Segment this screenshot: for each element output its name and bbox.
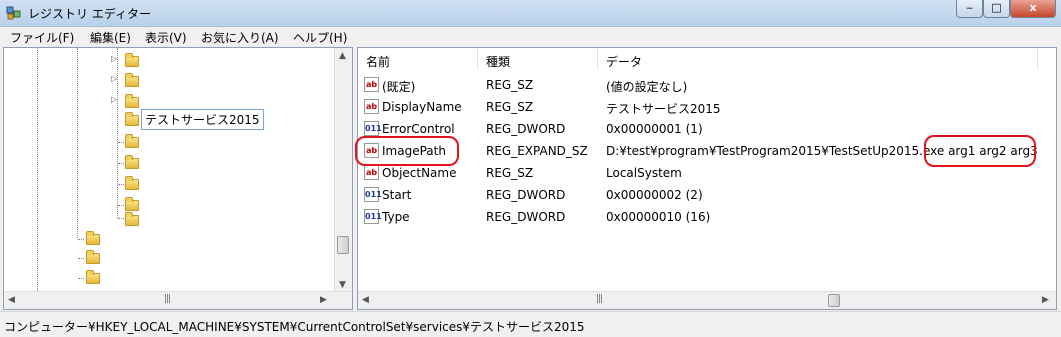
- tree-vertical-scrollbar[interactable]: ▲ ▼: [334, 48, 352, 293]
- column-header-data[interactable]: データ: [598, 48, 1038, 70]
- tree-guide: [37, 48, 38, 293]
- tree-guide: [78, 239, 84, 240]
- expand-arrow-icon[interactable]: ▷: [111, 74, 117, 83]
- value-data: テストサービス2015: [606, 102, 721, 116]
- value-name: (既定): [382, 80, 416, 94]
- scroll-up-icon[interactable]: ▲: [339, 51, 346, 61]
- value-row[interactable]: 011 Type REG_DWORD 0x00000010 (16): [358, 206, 1038, 228]
- string-value-icon: ab: [364, 165, 379, 180]
- close-button[interactable]: x: [1010, 0, 1056, 18]
- string-value-icon: ab: [364, 99, 379, 114]
- folder-icon[interactable]: [125, 94, 139, 108]
- maximize-button[interactable]: □: [983, 0, 1010, 18]
- value-data: LocalSystem: [606, 166, 682, 180]
- registry-editor-icon: [6, 6, 21, 20]
- menu-help[interactable]: ヘルプ(H): [293, 29, 347, 46]
- tree-guide: [78, 258, 84, 259]
- tree-guide: [118, 205, 124, 206]
- value-name: ErrorControl: [382, 122, 455, 136]
- menu-favorites[interactable]: お気に入り(A): [201, 29, 279, 46]
- scroll-thumb[interactable]: [828, 294, 840, 307]
- value-type: REG_DWORD: [486, 210, 566, 224]
- values-list-pane[interactable]: 名前 種類 データ ab (既定) REG_SZ (値の設定なし) ab Dis…: [355, 47, 1057, 310]
- scroll-grip[interactable]: |||: [164, 294, 171, 304]
- folder-icon[interactable]: [125, 53, 139, 67]
- maximize-icon: □: [991, 1, 1002, 14]
- value-data: 0x00000002 (2): [606, 188, 703, 202]
- title-bar: レジストリ エディター ‒ □ x: [0, 0, 1061, 27]
- tree-guide: [118, 218, 124, 219]
- scroll-right-icon[interactable]: ▶: [320, 295, 327, 305]
- expand-arrow-icon[interactable]: ▷: [111, 54, 117, 63]
- expand-arrow-icon[interactable]: ▷: [111, 95, 117, 104]
- folder-icon[interactable]: [125, 155, 139, 169]
- tree-horizontal-scrollbar[interactable]: ◀ ||| ▶: [4, 291, 352, 309]
- folder-icon[interactable]: [125, 134, 139, 148]
- imagepath-highlight: [355, 136, 459, 166]
- folder-icon[interactable]: [86, 250, 100, 264]
- binary-value-icon: 011: [364, 121, 382, 136]
- menu-file[interactable]: ファイル(F): [10, 29, 74, 46]
- folder-icon[interactable]: [125, 176, 139, 190]
- scroll-grip[interactable]: |||: [596, 294, 603, 304]
- current-key-path: コンピューター¥HKEY_LOCAL_MACHINE¥SYSTEM¥Curren…: [4, 320, 585, 334]
- value-type: REG_SZ: [486, 100, 534, 114]
- binary-value-icon: 011: [364, 209, 382, 224]
- folder-icon[interactable]: [125, 73, 139, 87]
- minimize-button[interactable]: ‒: [956, 0, 983, 18]
- value-name: ObjectName: [382, 166, 457, 180]
- value-data: 0x00000010 (16): [606, 210, 711, 224]
- binary-value-icon: 011: [364, 187, 382, 202]
- value-name: Type: [382, 210, 410, 224]
- folder-icon[interactable]: [125, 197, 139, 211]
- value-row[interactable]: ab DisplayName REG_SZ テストサービス2015: [358, 96, 1038, 118]
- scroll-left-icon[interactable]: ◀: [362, 295, 369, 305]
- scroll-left-icon[interactable]: ◀: [8, 295, 15, 305]
- scroll-down-icon[interactable]: ▼: [339, 280, 346, 290]
- column-header-name[interactable]: 名前: [358, 48, 478, 70]
- value-row[interactable]: 011 Start REG_DWORD 0x00000002 (2): [358, 184, 1038, 206]
- string-value-icon: ab: [364, 77, 379, 92]
- value-row[interactable]: ab (既定) REG_SZ (値の設定なし): [358, 74, 1038, 96]
- menu-edit[interactable]: 編集(E): [90, 29, 131, 46]
- menu-bar: ファイル(F) 編集(E) 表示(V) お気に入り(A) ヘルプ(H): [0, 27, 1061, 46]
- tree-guide: [78, 278, 84, 279]
- tree-guide: [118, 163, 124, 164]
- selected-folder-icon[interactable]: [125, 112, 139, 126]
- values-horizontal-scrollbar[interactable]: ◀ ||| ▶: [358, 291, 1056, 309]
- folder-icon[interactable]: [86, 231, 100, 245]
- key-tree-pane[interactable]: ▷ ▷ ▷ テストサービス2015 ▲ ▼ ◀ ||| ▶: [3, 47, 353, 310]
- window-title: レジストリ エディター: [28, 7, 151, 21]
- tree-guide: [118, 184, 124, 185]
- value-type: REG_DWORD: [486, 188, 566, 202]
- tree-guide: [77, 48, 78, 238]
- menu-view[interactable]: 表示(V): [145, 29, 187, 46]
- tree-node-selected[interactable]: テストサービス2015: [141, 109, 264, 130]
- status-bar: コンピューター¥HKEY_LOCAL_MACHINE¥SYSTEM¥Curren…: [0, 311, 1061, 337]
- value-type: REG_EXPAND_SZ: [486, 144, 588, 158]
- value-name: DisplayName: [382, 100, 462, 114]
- minimize-icon: ‒: [966, 1, 973, 14]
- value-type: REG_SZ: [486, 166, 534, 180]
- scroll-thumb[interactable]: [337, 236, 349, 254]
- scroll-right-icon[interactable]: ▶: [1042, 295, 1049, 305]
- value-type: REG_DWORD: [486, 122, 566, 136]
- folder-icon[interactable]: [86, 270, 100, 284]
- close-icon: x: [1029, 1, 1037, 14]
- value-type: REG_SZ: [486, 78, 534, 92]
- column-header-type[interactable]: 種類: [478, 48, 598, 70]
- args-highlight: [924, 135, 1036, 167]
- value-name: Start: [382, 188, 412, 202]
- tree-guide: [118, 142, 124, 143]
- value-data: (値の設定なし): [606, 80, 688, 94]
- folder-icon[interactable]: [125, 212, 139, 226]
- value-data: 0x00000001 (1): [606, 122, 703, 136]
